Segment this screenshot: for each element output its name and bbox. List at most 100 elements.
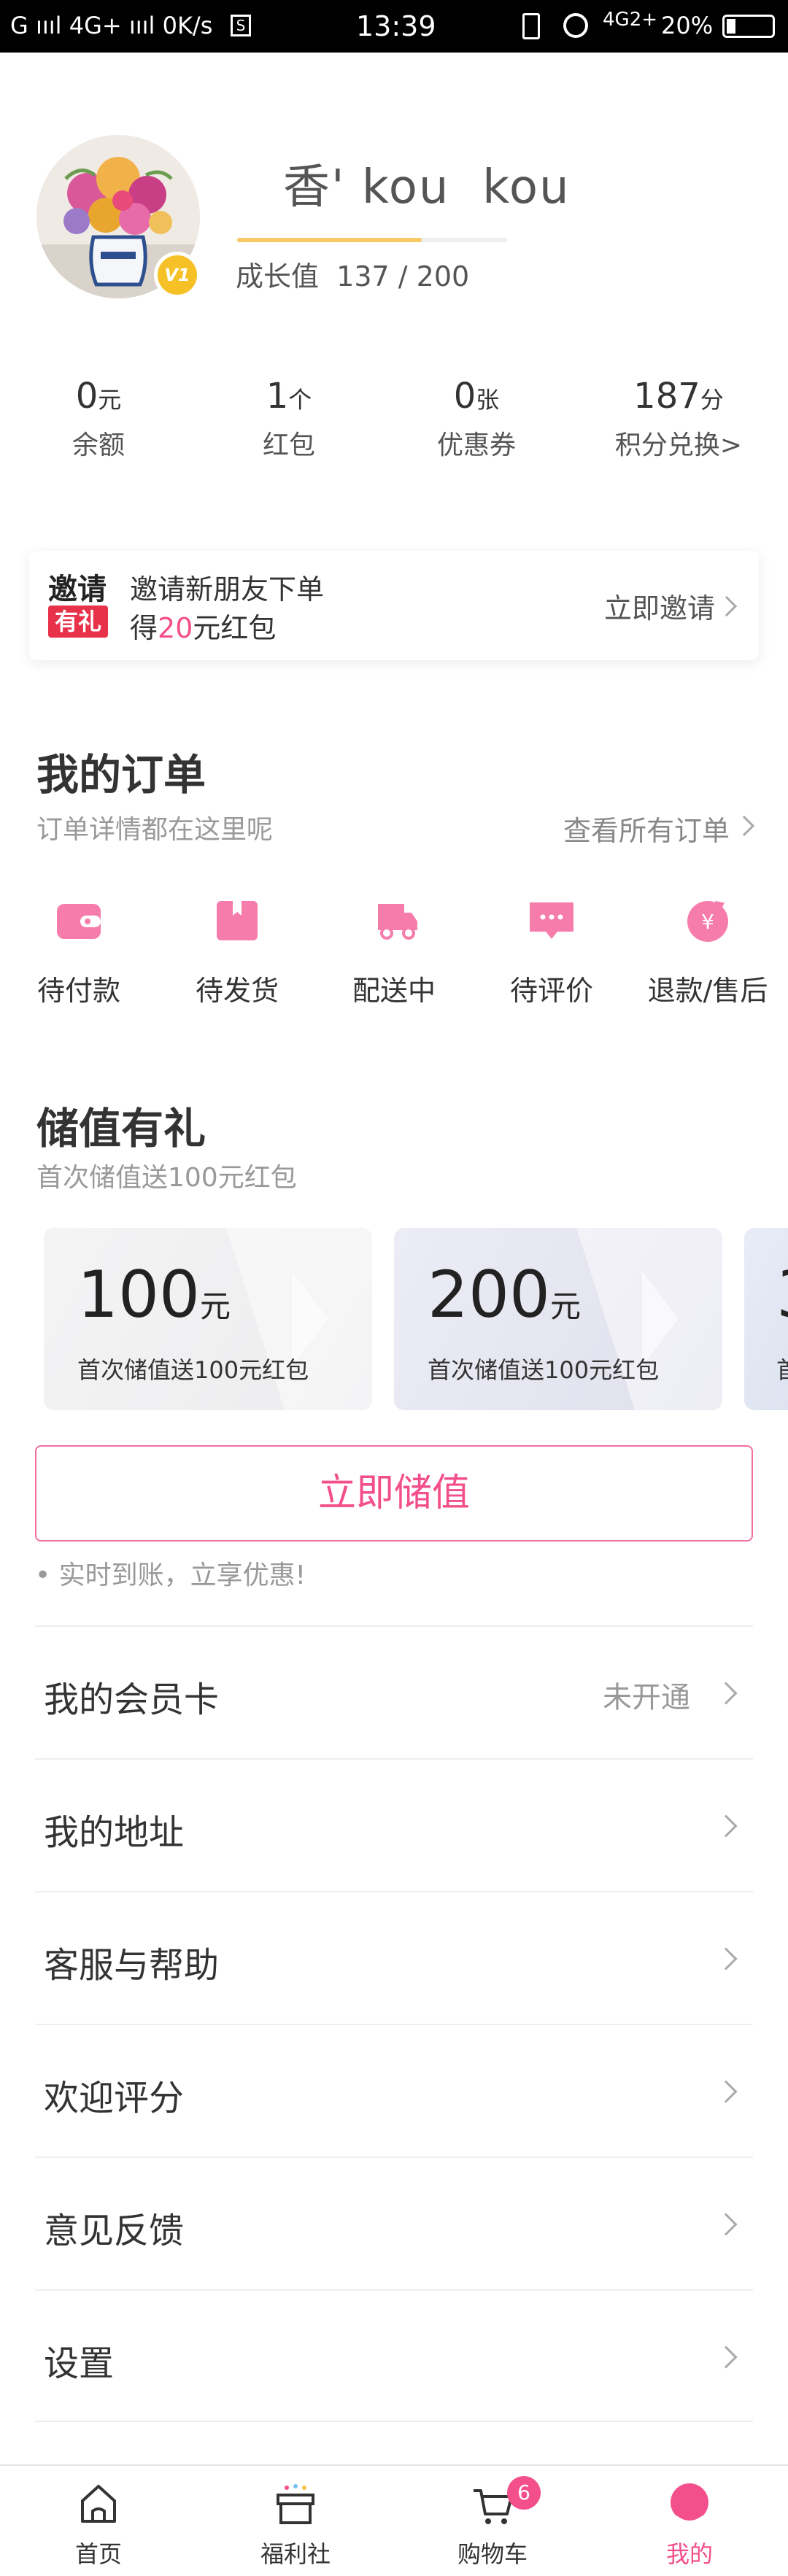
invite-line2: 得20元红包 bbox=[130, 606, 276, 646]
recharge-button[interactable]: 立即储值 bbox=[35, 1445, 753, 1542]
wallet-icon bbox=[53, 894, 105, 946]
invite-line2-pre: 得 bbox=[130, 612, 158, 644]
invite-badge: 有礼 bbox=[48, 606, 108, 638]
comment-icon bbox=[525, 894, 578, 946]
clock: 13:39 bbox=[356, 10, 436, 42]
order-pending-review[interactable]: 待评价 bbox=[479, 894, 625, 1008]
recharge-note: • 实时到账，立享优惠! bbox=[35, 1560, 306, 1590]
orders-subtitle: 订单详情都在这里呢 bbox=[36, 815, 274, 845]
tab-cart[interactable]: 6 购物车 bbox=[394, 2466, 591, 2576]
gift-icon bbox=[277, 2484, 314, 2524]
card-desc: 首次储值送100元红包 bbox=[77, 1356, 309, 1384]
order-pending-payment[interactable]: 待付款 bbox=[6, 894, 152, 1008]
stat-label: 红包 bbox=[262, 430, 315, 460]
username: 香' kou kou bbox=[283, 160, 571, 214]
chevron-right-icon bbox=[714, 1947, 738, 1970]
invite-title: 邀请 bbox=[48, 573, 107, 606]
chevron-right-icon bbox=[714, 1682, 738, 1705]
home-icon bbox=[81, 2485, 116, 2523]
invite-line1: 邀请新朋友下单 bbox=[130, 573, 325, 606]
order-label: 配送中 bbox=[352, 975, 436, 1007]
stat-label: 积分兑换> bbox=[614, 430, 743, 460]
order-in-delivery[interactable]: 配送中 bbox=[321, 894, 467, 1008]
card-amount-wrap: 200元 bbox=[428, 1257, 581, 1332]
battery-text: 20% bbox=[661, 12, 714, 39]
view-all-orders-link[interactable]: 查看所有订单 bbox=[563, 808, 730, 848]
alarm-icon bbox=[563, 13, 588, 38]
order-pending-shipment[interactable]: 待发货 bbox=[164, 894, 310, 1008]
stored-value-card[interactable]: 100元 首次储值送100元红包 bbox=[44, 1228, 372, 1410]
stat-red-packet[interactable]: 1个 红包 bbox=[190, 376, 387, 462]
tab-label: 福利社 bbox=[260, 2540, 331, 2568]
status-bar: G ıııl 4G+ ıııl 0K/s S 13:39 4G2+ 20% bbox=[0, 0, 788, 53]
stat-unit: 元 bbox=[98, 386, 122, 414]
stored-value-title: 储值有礼 bbox=[36, 1104, 206, 1153]
cart-badge: 6 bbox=[507, 2476, 541, 2510]
signal-text: G ıııl 4G+ ıııl 0K/s bbox=[10, 12, 213, 39]
tab-mine[interactable]: 我的 bbox=[591, 2466, 788, 2576]
order-label: 待付款 bbox=[36, 975, 120, 1007]
stat-balance[interactable]: 0元 余额 bbox=[0, 376, 197, 462]
orders-title: 我的订单 bbox=[36, 750, 206, 800]
invite-amount: 20 bbox=[158, 612, 193, 644]
truck-icon bbox=[368, 894, 420, 946]
menu-value: 未开通 bbox=[603, 1681, 690, 1714]
stat-value: 0 bbox=[75, 376, 98, 417]
card-amount: 200 bbox=[428, 1257, 550, 1332]
stat-unit: 分 bbox=[700, 386, 724, 414]
stat-unit: 个 bbox=[288, 386, 312, 414]
menu-label: 设置 bbox=[44, 2343, 115, 2384]
stat-value: 187 bbox=[633, 376, 700, 417]
stat-label: 余额 bbox=[72, 430, 125, 460]
chevron-right-icon bbox=[714, 2345, 738, 2369]
invite-line2-post: 元红包 bbox=[193, 612, 277, 644]
card-amount: 100 bbox=[77, 1257, 200, 1332]
card-unit: 元 bbox=[199, 1288, 231, 1324]
stat-points[interactable]: 187分 积分兑换> bbox=[580, 376, 777, 462]
tab-label: 首页 bbox=[74, 2540, 122, 2568]
profile-icon bbox=[671, 2483, 708, 2524]
stat-coupon[interactable]: 0张 优惠券 bbox=[378, 376, 575, 462]
tab-home[interactable]: 首页 bbox=[0, 2466, 197, 2576]
vibrate-icon bbox=[522, 13, 540, 39]
invite-banner[interactable]: 邀请 有礼 邀请新朋友下单 得20元红包 立即邀请 bbox=[29, 551, 759, 660]
stored-value-card[interactable]: 3 首 bbox=[744, 1228, 788, 1410]
menu-feedback[interactable]: 意见反馈 bbox=[35, 2157, 753, 2289]
stored-value-subtitle: 首次储值送100元红包 bbox=[36, 1163, 297, 1193]
menu-label: 我的会员卡 bbox=[44, 1679, 220, 1720]
menu-rate[interactable]: 欢迎评分 bbox=[35, 2024, 753, 2157]
card-desc: 首次储值送100元红包 bbox=[428, 1356, 660, 1384]
menu-help[interactable]: 客服与帮助 bbox=[35, 1891, 753, 2024]
menu-label: 欢迎评分 bbox=[44, 2078, 185, 2119]
data-icon: S bbox=[231, 15, 251, 36]
menu-address[interactable]: 我的地址 bbox=[35, 1758, 753, 1891]
card-amount: 3 bbox=[776, 1257, 788, 1332]
order-label: 待发货 bbox=[195, 975, 279, 1007]
growth-progress-fill bbox=[237, 238, 422, 242]
menu-membership-card[interactable]: 我的会员卡 未开通 bbox=[35, 1625, 753, 1758]
growth-label: 成长值 137 / 200 bbox=[236, 260, 470, 293]
stat-value: 0 bbox=[453, 376, 476, 417]
svg-text:¥: ¥ bbox=[701, 910, 714, 934]
tab-label: 我的 bbox=[665, 2540, 713, 2568]
order-label: 待评价 bbox=[509, 975, 593, 1007]
chevron-right-icon bbox=[714, 2080, 738, 2103]
tab-label: 购物车 bbox=[457, 2540, 528, 2568]
tab-welfare[interactable]: 福利社 bbox=[197, 2466, 394, 2576]
refund-icon: ¥ bbox=[681, 894, 734, 946]
network-type: 4G2+ bbox=[603, 9, 658, 31]
stored-value-card[interactable]: 200元 首次储值送100元红包 bbox=[394, 1228, 722, 1410]
card-amount-wrap: 100元 bbox=[77, 1257, 231, 1332]
chevron-right-icon bbox=[716, 595, 738, 617]
menu-label: 我的地址 bbox=[44, 1812, 185, 1853]
card-unit: 元 bbox=[549, 1288, 581, 1324]
invite-cta[interactable]: 立即邀请 bbox=[604, 586, 715, 626]
menu-label: 意见反馈 bbox=[44, 2211, 185, 2251]
level-badge: V1 bbox=[154, 252, 201, 298]
chevron-right-icon bbox=[733, 815, 755, 837]
chevron-right-icon bbox=[714, 1814, 738, 1838]
stat-label: 优惠券 bbox=[436, 430, 516, 460]
menu-settings[interactable]: 设置 bbox=[35, 2289, 753, 2422]
order-refund-aftersale[interactable]: ¥ 退款/售后 bbox=[635, 894, 781, 1008]
chevron-right-icon bbox=[714, 2213, 738, 2236]
